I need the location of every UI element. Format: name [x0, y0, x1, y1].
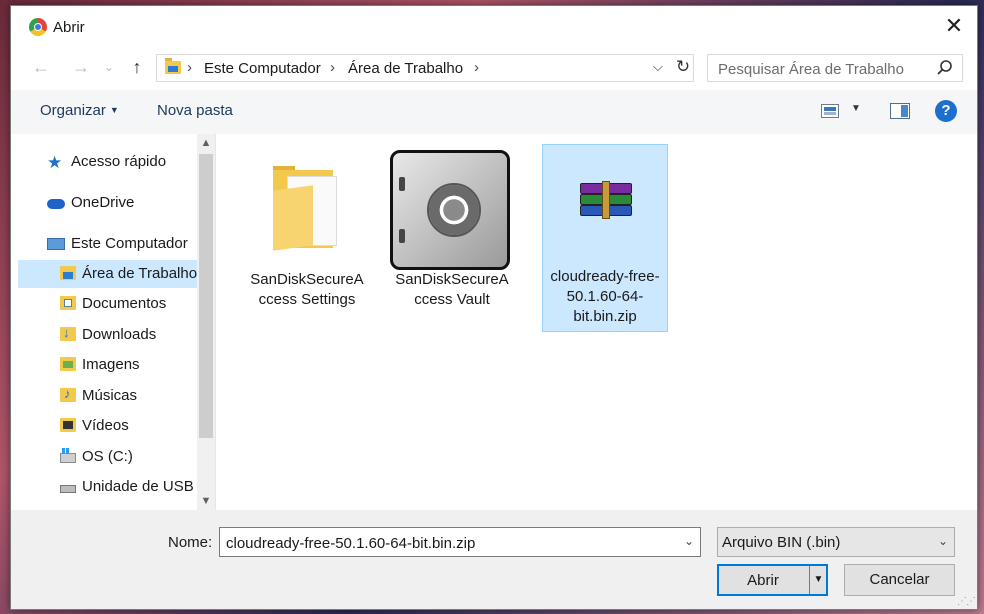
sidebar-item-label: Unidade de USB	[82, 478, 194, 495]
new-folder-button[interactable]: Nova pasta	[157, 102, 233, 119]
breadcrumb-separator[interactable]: ›	[474, 59, 479, 76]
sidebar-item-imagens[interactable]: Imagens	[60, 351, 197, 379]
sidebar-item-label: Vídeos	[82, 417, 129, 434]
open-button-label: Abrir	[747, 572, 779, 589]
file-name-combobox[interactable]: ⌄	[219, 527, 701, 557]
open-file-dialog: Abrir ✕ ← → ⌄ ↑ › Este Computador › Área…	[10, 5, 978, 610]
star-icon: ★	[47, 153, 63, 172]
file-name-input[interactable]	[224, 532, 678, 554]
sidebar-item-label: Acesso rápido	[71, 153, 167, 170]
window-title: Abrir	[53, 19, 85, 36]
open-button[interactable]: Abrir ▼	[717, 564, 828, 596]
music-folder-icon	[60, 382, 76, 408]
file-item-sandisk-vault[interactable]: SanDiskSecureAccess Vault	[390, 148, 514, 314]
pictures-folder-icon	[60, 357, 76, 371]
file-name: SanDiskSecureAccess Settings	[250, 271, 364, 308]
footer: Nome: ⌄ Arquivo BIN (.bin) ⌄ Abrir ▼ Can…	[11, 510, 977, 609]
chevron-down-icon[interactable]: ⌄	[938, 534, 948, 548]
sidebar-item-label: Área de Trabalho	[82, 265, 197, 282]
sidebar-item-label: OneDrive	[71, 194, 135, 211]
file-name-label: Nome:	[168, 534, 213, 551]
folder-icon	[245, 148, 369, 268]
videos-folder-icon	[60, 418, 76, 432]
command-toolbar: Organizar ▼ Nova pasta ▼ ?	[11, 90, 977, 134]
breadcrumb-separator[interactable]: ›	[330, 59, 335, 76]
vault-icon	[390, 148, 514, 270]
title-bar: Abrir ✕	[11, 6, 977, 46]
help-icon[interactable]: ?	[935, 100, 957, 122]
navigation-scrollbar[interactable]: ▲ ▼	[197, 134, 215, 510]
breadcrumb-separator[interactable]: ›	[187, 59, 192, 76]
sidebar-item-videos[interactable]: Vídeos	[60, 412, 197, 440]
change-view-icon[interactable]	[821, 104, 839, 118]
open-options-dropdown-icon[interactable]: ▼	[809, 566, 827, 594]
scrollbar-thumb[interactable]	[199, 154, 213, 438]
file-list: SanDiskSecureAccess Settings SanDiskSecu…	[216, 134, 977, 510]
file-type-select[interactable]: Arquivo BIN (.bin) ⌄	[717, 527, 955, 557]
sidebar-item-label: Documentos	[82, 295, 167, 312]
chevron-down-icon[interactable]: ⌄	[684, 534, 694, 548]
breadcrumb-este-computador[interactable]: Este Computador	[204, 60, 321, 77]
sidebar-item-onedrive[interactable]: OneDrive	[47, 189, 197, 217]
address-bar[interactable]: › Este Computador › Área de Trabalho › ⌵…	[156, 54, 694, 82]
search-box[interactable]	[707, 54, 963, 82]
sidebar-item-label: Músicas	[82, 387, 138, 404]
drive-icon	[60, 448, 76, 463]
refresh-button[interactable]: ↻	[673, 57, 693, 79]
navigation-pane: ★ Acesso rápido OneDrive Este Computador …	[11, 134, 216, 510]
preview-pane-icon[interactable]	[890, 103, 910, 119]
resize-grip-icon[interactable]: ⋰⋰	[957, 596, 976, 607]
winrar-archive-icon	[543, 145, 667, 265]
chrome-icon	[29, 18, 47, 36]
cloud-icon	[47, 199, 65, 209]
sidebar-item-label: Downloads	[82, 326, 157, 343]
view-options-dropdown-icon[interactable]: ▼	[851, 103, 861, 114]
usb-drive-icon	[60, 485, 76, 493]
desktop-folder-icon	[165, 58, 181, 74]
address-dropdown-icon[interactable]: ⌵	[653, 59, 663, 75]
scroll-down-icon[interactable]: ▼	[197, 492, 215, 510]
close-button[interactable]: ✕	[931, 6, 977, 46]
downloads-folder-icon	[60, 321, 76, 347]
organize-button[interactable]: Organizar ▼	[40, 102, 119, 119]
sidebar-item-musicas[interactable]: Músicas	[60, 382, 197, 410]
sidebar-item-label: Imagens	[82, 356, 140, 373]
search-input[interactable]	[716, 58, 930, 80]
file-type-value: Arquivo BIN (.bin)	[722, 534, 841, 551]
back-button[interactable]: ←	[29, 54, 53, 80]
desktop-folder-icon	[60, 266, 76, 280]
cancel-button[interactable]: Cancelar	[844, 564, 955, 596]
scroll-up-icon[interactable]: ▲	[197, 134, 215, 152]
file-item-cloudready-zip[interactable]: cloudready-free-50.1.60-64-bit.bin.zip	[542, 144, 668, 332]
file-name: SanDiskSecureAccess Vault	[395, 271, 509, 308]
documents-folder-icon	[60, 296, 76, 310]
search-icon[interactable]	[936, 59, 954, 77]
sidebar-item-acesso-rapido[interactable]: ★ Acesso rápido	[47, 148, 197, 176]
sidebar-item-este-computador[interactable]: Este Computador	[47, 230, 197, 258]
file-item-sandisk-settings[interactable]: SanDiskSecureAccess Settings	[245, 148, 369, 314]
sidebar-item-area-de-trabalho[interactable]: Área de Trabalho	[18, 260, 197, 288]
up-button[interactable]: ↑	[125, 54, 149, 80]
sidebar-item-label: Este Computador	[71, 235, 188, 252]
sidebar-item-label: OS (C:)	[82, 448, 133, 465]
address-row: ← → ⌄ ↑ › Este Computador › Área de Trab…	[11, 46, 977, 90]
breadcrumb-area-de-trabalho[interactable]: Área de Trabalho	[348, 60, 463, 77]
computer-icon	[47, 238, 65, 250]
organize-label: Organizar	[40, 102, 106, 119]
sidebar-item-documentos[interactable]: Documentos	[60, 290, 197, 318]
recent-locations-button[interactable]: ⌄	[101, 54, 117, 80]
sidebar-item-unidade-de-usb[interactable]: Unidade de USB	[60, 473, 197, 501]
sidebar-item-downloads[interactable]: Downloads	[60, 321, 197, 349]
caret-down-icon: ▼	[109, 105, 119, 115]
forward-button[interactable]: →	[69, 54, 93, 80]
sidebar-item-os-c[interactable]: OS (C:)	[60, 443, 197, 471]
file-name: cloudready-free-50.1.60-64-bit.bin.zip	[550, 268, 660, 325]
